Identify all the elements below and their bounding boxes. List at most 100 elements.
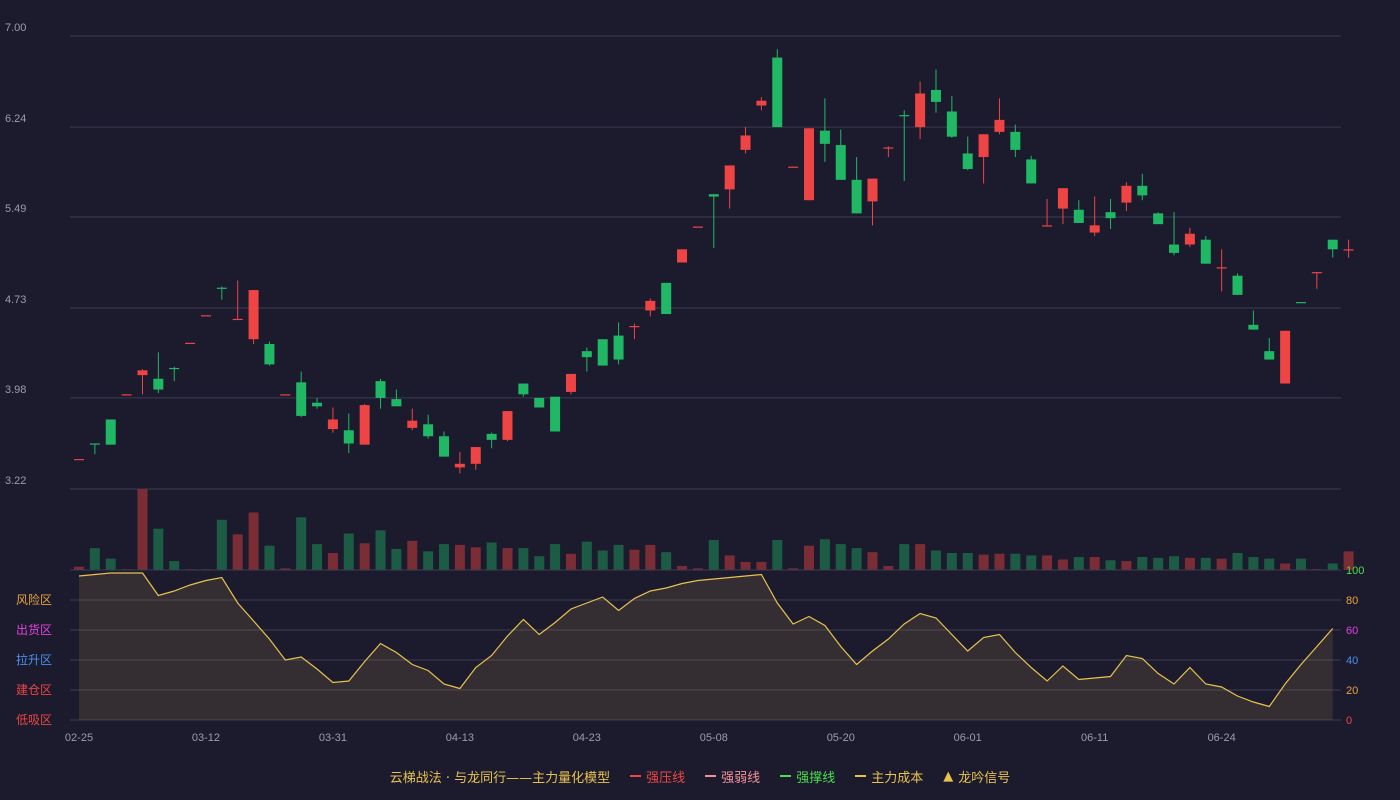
- candlestick[interactable]: [1010, 124, 1021, 158]
- candlestick[interactable]: [502, 411, 513, 442]
- candlestick[interactable]: [613, 322, 624, 365]
- candlestick[interactable]: [962, 136, 973, 171]
- candlestick[interactable]: [518, 383, 529, 397]
- candlestick[interactable]: [74, 459, 84, 461]
- candlestick[interactable]: [851, 157, 862, 214]
- legend-item-resistance[interactable]: 强压线: [630, 767, 685, 786]
- candle-body: [1153, 213, 1164, 225]
- candlestick[interactable]: [915, 81, 926, 140]
- candlestick[interactable]: [89, 443, 100, 455]
- candlestick[interactable]: [280, 394, 291, 396]
- candlestick[interactable]: [264, 341, 275, 366]
- candlestick[interactable]: [327, 407, 338, 433]
- candlestick[interactable]: [375, 378, 386, 409]
- candlestick[interactable]: [153, 352, 164, 394]
- candlestick[interactable]: [994, 98, 1005, 135]
- volume-bar: [550, 544, 561, 570]
- volume-bar: [581, 541, 592, 570]
- candlestick[interactable]: [1264, 338, 1275, 360]
- candlestick[interactable]: [1184, 227, 1195, 247]
- candlestick[interactable]: [1311, 272, 1322, 289]
- stock-chart[interactable]: 7.00 6.24 5.49 4.73 3.98 3.22 风险区出货区拉升区建仓区低吸区…: [0, 0, 1400, 800]
- candlestick[interactable]: [200, 315, 211, 317]
- volume-bar: [629, 549, 640, 570]
- legend-item-strength[interactable]: 强弱线: [705, 767, 760, 786]
- candlestick[interactable]: [407, 408, 418, 431]
- candlestick[interactable]: [740, 127, 751, 154]
- candlestick[interactable]: [645, 298, 656, 317]
- candlestick[interactable]: [978, 134, 989, 184]
- candlestick[interactable]: [534, 397, 545, 408]
- candlestick[interactable]: [1248, 310, 1259, 330]
- candlestick[interactable]: [232, 280, 243, 321]
- legend-item-cost[interactable]: 主力成本: [855, 767, 923, 786]
- candlestick[interactable]: [1200, 236, 1211, 264]
- oscillator-line: [78, 572, 1334, 720]
- candlestick[interactable]: [343, 413, 354, 454]
- candlestick[interactable]: [930, 69, 941, 113]
- candlestick[interactable]: [486, 432, 497, 449]
- legend-item-signal[interactable]: ▲ 龙吟信号: [943, 767, 1010, 786]
- candlestick[interactable]: [359, 403, 370, 445]
- candlestick[interactable]: [248, 290, 259, 344]
- candlestick[interactable]: [1216, 249, 1227, 292]
- candlestick[interactable]: [819, 98, 830, 162]
- candlestick[interactable]: [1153, 212, 1164, 225]
- candlestick[interactable]: [1042, 198, 1053, 227]
- candlestick[interactable]: [550, 396, 561, 432]
- candlestick[interactable]: [597, 339, 608, 366]
- candlestick[interactable]: [883, 146, 894, 158]
- candlestick[interactable]: [1343, 239, 1354, 258]
- candlestick[interactable]: [804, 128, 815, 201]
- candlestick[interactable]: [1121, 182, 1132, 211]
- candlestick[interactable]: [1280, 330, 1291, 384]
- candlestick[interactable]: [1073, 200, 1084, 223]
- candlestick[interactable]: [899, 110, 910, 182]
- candlestick[interactable]: [629, 323, 640, 340]
- candle-body: [1042, 225, 1053, 227]
- candlestick[interactable]: [121, 394, 132, 396]
- candlestick[interactable]: [756, 97, 767, 111]
- volume-bar: [677, 565, 688, 570]
- candlestick[interactable]: [105, 419, 116, 445]
- candlestick[interactable]: [708, 194, 719, 249]
- candlestick[interactable]: [692, 226, 703, 228]
- candlestick[interactable]: [1295, 302, 1306, 304]
- candlestick[interactable]: [216, 286, 227, 300]
- candlestick[interactable]: [470, 447, 481, 470]
- candlestick[interactable]: [946, 95, 957, 138]
- candlestick[interactable]: [565, 373, 576, 395]
- candle-body: [169, 367, 180, 370]
- candlestick[interactable]: [1327, 239, 1338, 258]
- candlestick[interactable]: [867, 178, 878, 226]
- candlestick[interactable]: [454, 451, 465, 474]
- candlesticks[interactable]: [74, 49, 1354, 474]
- chart-legend: 云梯战法 · 与龙同行——主力量化模型 强压线 强弱线 强撑线 主力成本 ▲ 龙…: [0, 766, 1400, 786]
- candlestick[interactable]: [677, 249, 688, 263]
- candlestick[interactable]: [296, 371, 307, 418]
- candlestick[interactable]: [1105, 198, 1116, 229]
- candlestick[interactable]: [772, 49, 783, 128]
- candlestick[interactable]: [185, 342, 196, 344]
- candlestick[interactable]: [439, 431, 450, 457]
- candlestick[interactable]: [788, 166, 799, 168]
- candlestick[interactable]: [1026, 155, 1037, 184]
- candlestick[interactable]: [1169, 212, 1180, 256]
- candlestick[interactable]: [169, 366, 180, 382]
- candlestick[interactable]: [137, 369, 148, 395]
- candlestick[interactable]: [661, 282, 672, 315]
- candlestick[interactable]: [423, 414, 434, 439]
- legend-item-support[interactable]: 强撑线: [780, 767, 835, 786]
- legend-item-model[interactable]: 云梯战法 · 与龙同行——主力量化模型: [390, 767, 610, 786]
- candlestick[interactable]: [835, 129, 846, 180]
- candlestick[interactable]: [724, 165, 735, 209]
- candlestick[interactable]: [1057, 188, 1068, 225]
- price-tick-label: 4.73: [5, 294, 26, 306]
- candle-body: [486, 433, 497, 440]
- candlestick[interactable]: [1089, 196, 1100, 237]
- volume-bar: [359, 543, 370, 570]
- candlestick[interactable]: [312, 397, 323, 409]
- candlestick[interactable]: [581, 347, 592, 372]
- candlestick[interactable]: [1137, 173, 1148, 201]
- candlestick[interactable]: [1232, 273, 1243, 295]
